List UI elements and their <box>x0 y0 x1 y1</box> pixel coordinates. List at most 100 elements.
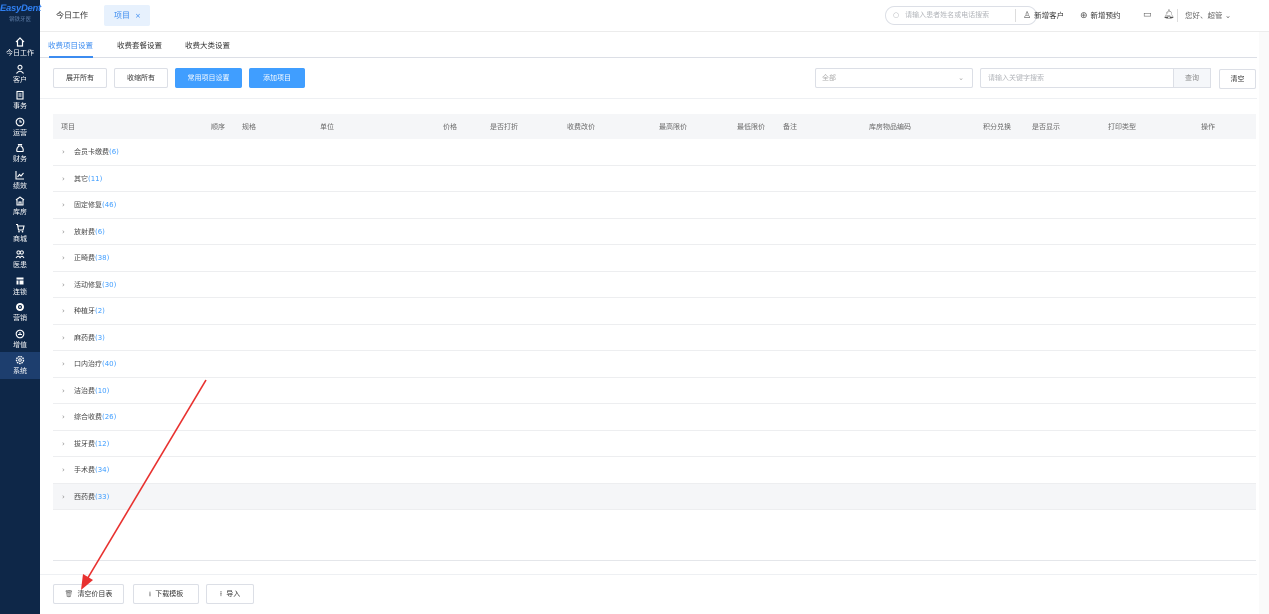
chevron-right-icon[interactable]: › <box>62 431 74 457</box>
chevron-right-icon[interactable]: › <box>62 378 74 404</box>
tab-fee-packages[interactable]: 收费套餐设置 <box>117 40 162 51</box>
sidebar-item-today[interactable]: 今日工作 <box>0 34 40 61</box>
chevron-right-icon[interactable]: › <box>62 192 74 218</box>
upload-icon: ⭱ <box>219 590 223 598</box>
query-button[interactable]: 查询 <box>1173 68 1211 88</box>
group-count: (10) <box>95 386 110 395</box>
chevron-right-icon[interactable]: › <box>62 484 74 510</box>
download-template-label: 下载模板 <box>155 590 184 598</box>
clear-button[interactable]: 清空 <box>1219 69 1256 89</box>
table-row[interactable]: › 活动修复(30) <box>53 272 1256 298</box>
add-item-button[interactable]: 添加项目 <box>249 68 305 88</box>
sidebar-item-finance[interactable]: 财务 <box>0 140 40 167</box>
bell-icon: 🔔︎ <box>1163 10 1175 20</box>
table-row[interactable]: › 综合收费(26) <box>53 404 1256 431</box>
chevron-right-icon[interactable]: › <box>62 457 74 483</box>
sidebar-item-value-added[interactable]: 增值 <box>0 326 40 353</box>
table-row[interactable]: › 西药费(33) <box>53 483 1256 510</box>
group-count: (3) <box>95 333 105 342</box>
home-icon <box>0 37 40 48</box>
group-name: 正畸费 <box>74 254 95 262</box>
sidebar-item-label: 绩效 <box>13 181 27 190</box>
table-row[interactable]: › 拔牙费(12) <box>53 431 1256 457</box>
table-row[interactable]: › 口内治疗(40) <box>53 351 1256 378</box>
sidebar-item-performance[interactable]: 绩效 <box>0 167 40 194</box>
chevron-right-icon[interactable]: › <box>62 219 74 245</box>
logo-brand: EasyDent <box>0 3 41 14</box>
chevron-right-icon[interactable]: › <box>62 351 74 377</box>
sidebar-item-system[interactable]: 系统 <box>0 352 40 379</box>
chain-store-icon <box>0 276 40 287</box>
table-row[interactable]: › 放射费(6) <box>53 219 1256 245</box>
sidebar-item-mall[interactable]: 商城 <box>0 220 40 247</box>
tab-today[interactable]: 今日工作 <box>56 10 88 21</box>
import-button[interactable]: ⭱ 导入 <box>206 584 254 604</box>
column-header: 规格 <box>242 123 256 131</box>
download-template-button[interactable]: ⭳ 下载模板 <box>133 584 199 604</box>
group-name: 综合收费 <box>74 413 102 421</box>
new-customer-button[interactable]: ♙ 新增客户 <box>1023 10 1064 21</box>
sidebar-item-marketing[interactable]: 营销 <box>0 299 40 326</box>
group-count: (2) <box>95 307 105 315</box>
gear-icon <box>0 355 40 366</box>
sidebar-item-label: 商城 <box>13 234 27 243</box>
marketing-icon <box>0 302 40 313</box>
divider <box>40 574 1257 575</box>
sidebar-item-label: 今日工作 <box>6 49 34 57</box>
sidebar-item-label: 系统 <box>13 367 27 375</box>
trash-icon: 🗑︎ <box>64 590 74 598</box>
table-row[interactable]: › 洁治费(10) <box>53 378 1256 404</box>
sidebar-item-customer[interactable]: 客户 <box>0 61 40 88</box>
scrollbar[interactable] <box>1259 32 1269 614</box>
sidebar-item-operation[interactable]: 运营 <box>0 114 40 141</box>
chevron-right-icon[interactable]: › <box>62 166 74 192</box>
warehouse-icon <box>0 196 40 207</box>
chevron-right-icon[interactable]: › <box>62 245 74 271</box>
message-icon[interactable]: ▭ <box>1143 10 1155 20</box>
sidebar-item-doctor-patient[interactable]: 医患 <box>0 246 40 273</box>
tab-fee-categories[interactable]: 收费大类设置 <box>185 40 230 51</box>
cart-icon <box>0 223 40 234</box>
logo: EasyDent 钢铁牙医 <box>0 0 41 34</box>
sidebar-item-label: 库房 <box>13 208 27 216</box>
table-row[interactable]: › 固定修复(46) <box>53 192 1256 219</box>
user-menu[interactable]: 您好、超管 ⌄ <box>1185 10 1231 21</box>
table-row[interactable]: › 麻药费(3) <box>53 325 1256 351</box>
sidebar-item-chain[interactable]: 连锁 <box>0 273 40 300</box>
settings-tabs: 收费项目设置 收费套餐设置 收费大类设置 <box>40 32 1257 58</box>
group-count: (12) <box>95 439 110 448</box>
collapse-all-button[interactable]: 收缩所有 <box>114 68 168 88</box>
sidebar-item-label: 连锁 <box>13 287 27 296</box>
sidebar-item-warehouse[interactable]: 库房 <box>0 193 40 220</box>
chevron-right-icon[interactable]: › <box>62 298 74 324</box>
search-placeholder: 请输入患者姓名或电话搜索 <box>905 11 990 19</box>
sidebar-item-label: 财务 <box>13 155 27 163</box>
keyword-search-input[interactable]: 请输入关键字搜索 <box>980 68 1173 88</box>
category-select[interactable]: 全部 ⌄ <box>815 68 973 88</box>
table-row[interactable]: › 手术费(34) <box>53 457 1256 484</box>
sidebar-item-label: 增值 <box>13 340 27 349</box>
divider <box>1177 9 1178 22</box>
chevron-right-icon[interactable]: › <box>62 404 74 430</box>
table-row[interactable]: › 种植牙(2) <box>53 298 1256 325</box>
table-row[interactable]: › 会员卡缴费(6) <box>53 139 1256 166</box>
close-icon[interactable]: × <box>135 12 141 20</box>
tab-project[interactable]: 项目 × <box>104 5 150 26</box>
group-name: 固定修复 <box>74 201 102 209</box>
table-row[interactable]: › 正畸费(38) <box>53 245 1256 272</box>
table-row[interactable]: › 其它(11) <box>53 166 1256 192</box>
new-appointment-button[interactable]: ⊕ 新增预约 <box>1080 10 1121 21</box>
chevron-right-icon[interactable]: › <box>62 325 74 351</box>
chevron-right-icon[interactable]: › <box>62 272 74 298</box>
group-count: (34) <box>95 466 110 474</box>
divider <box>53 560 1256 561</box>
notification-bell[interactable]: 🔔︎ <box>1163 10 1177 20</box>
tab-fee-items[interactable]: 收费项目设置 <box>48 40 93 51</box>
money-bag-icon <box>0 143 40 154</box>
chevron-right-icon[interactable]: › <box>62 139 74 165</box>
clear-price-list-button[interactable]: 🗑︎ 清空价目表 <box>53 584 124 604</box>
sidebar-item-affairs[interactable]: 事务 <box>0 87 40 114</box>
expand-all-button[interactable]: 展开所有 <box>53 68 107 88</box>
common-items-button[interactable]: 常用项目设置 <box>175 68 242 88</box>
column-header: 最高限价 <box>659 123 687 131</box>
